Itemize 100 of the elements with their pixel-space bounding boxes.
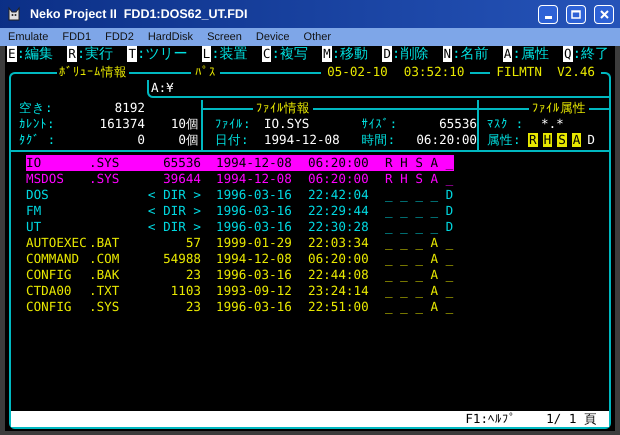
info-label: ﾌｧｲﾙ: [215, 116, 252, 132]
file-row[interactable]: CONFIG .SYS 23 1996-03-16 22:51:00 _ _ _ A _ [26, 299, 609, 315]
command-key[interactable]: R [67, 46, 77, 62]
file-attributes: _ _ _ A _ [385, 283, 454, 299]
menu-item[interactable]: Device [256, 28, 290, 46]
attribute-letter: A [572, 133, 582, 147]
file-row[interactable]: DOS < DIR > 1996-03-16 22:42:04 _ _ _ _ D [26, 187, 609, 203]
mask-label: ﾏｽｸ : [487, 116, 524, 132]
command-label: :移動 [332, 46, 368, 62]
minimize-button[interactable] [538, 4, 558, 24]
app-version: FILMTN V2.46 [495, 64, 596, 80]
command-label: :終了 [572, 46, 609, 62]
file-size: 57 [184, 235, 201, 251]
menu-item[interactable]: Screen [207, 28, 242, 46]
menu-item[interactable]: Emulate [8, 28, 48, 46]
file-extension: .SYS [89, 299, 120, 315]
section-title: ﾌｧｲﾙ属性 [531, 100, 587, 116]
command-key[interactable]: M [322, 46, 332, 62]
file-row[interactable]: AUTOEXEC .BAT 57 1999-01-29 22:03:34 _ _ _ A _ [26, 235, 609, 251]
command-key[interactable]: L [202, 46, 212, 62]
file-time: 06:20:00 [308, 251, 370, 267]
menu-item[interactable]: Other [304, 28, 332, 46]
file-time: 22:29:44 [308, 203, 370, 219]
menu-item[interactable]: FDD1 [62, 28, 92, 46]
menu-item[interactable]: HardDisk [148, 28, 194, 46]
file-date: 1996-03-16 [216, 219, 293, 235]
volume-value: 0 [136, 132, 145, 148]
file-extension: .TXT [89, 283, 120, 299]
file-row[interactable]: UT < DIR > 1996-03-16 22:30:28 _ _ _ _ D [26, 219, 609, 235]
file-name: IO [26, 155, 42, 171]
file-date: 1996-03-16 [216, 187, 293, 203]
file-size: 23 [184, 267, 201, 283]
maximize-button[interactable] [566, 4, 586, 24]
file-attributes: _ _ _ _ D [385, 219, 454, 235]
file-date: 1994-12-08 [216, 171, 293, 187]
command-key[interactable]: A [502, 46, 512, 62]
file-row[interactable]: COMMAND .COM 54988 1994-12-08 06:20:00 _ _ _ A _ [26, 251, 609, 267]
cat-icon [6, 6, 22, 22]
file-name: CONFIG [26, 267, 72, 283]
minimize-icon [544, 16, 552, 18]
close-button[interactable] [594, 4, 614, 24]
info-label: ｻｲｽﾞ: [362, 116, 398, 132]
file-time: 06:20:00 [308, 171, 370, 187]
file-date: 1993-09-12 [216, 283, 293, 299]
info-value: IO.SYS [264, 116, 310, 132]
file-extension: .SYS [89, 171, 120, 187]
command-key[interactable]: N [442, 46, 452, 62]
menu-item[interactable]: FDD2 [105, 28, 134, 46]
volume-label: 空き: [19, 100, 54, 116]
command-label: :ツリー [137, 46, 188, 62]
file-time: 22:03:34 [308, 235, 370, 251]
attribute-letter: H [542, 133, 552, 147]
attribute-letter: D [586, 132, 596, 148]
info-value: 06:20:00 [415, 132, 477, 148]
file-size: 1103 [170, 283, 201, 299]
file-row[interactable]: CONFIG .BAK 23 1996-03-16 22:44:08 _ _ _ A _ [26, 267, 609, 283]
file-size: 39644 [162, 171, 201, 187]
file-attributes: R H S A _ [385, 171, 454, 187]
file-date: 1999-01-29 [216, 235, 293, 251]
command-label: :削除 [392, 46, 428, 62]
file-time: 22:42:04 [308, 187, 370, 203]
file-date: 1996-03-16 [216, 267, 293, 283]
file-attributes: R H S A _ [385, 155, 454, 171]
file-attributes: _ _ _ A _ [385, 299, 454, 315]
attribute-label: 属性: [487, 132, 522, 148]
page-indicator: 1/ 1 頁 [546, 411, 597, 427]
command-key[interactable]: Q [562, 46, 573, 62]
command-key[interactable]: D [382, 46, 392, 62]
command-key[interactable]: E [7, 46, 17, 62]
file-name: FM [26, 203, 42, 219]
command-label: :実行 [76, 46, 114, 62]
file-size: < DIR > [146, 203, 201, 219]
section-title: ﾎﾞﾘｭｰﾑ情報 [58, 64, 128, 80]
info-label: 時間: [362, 132, 396, 148]
file-size: < DIR > [146, 187, 201, 203]
file-extension: .SYS [89, 155, 120, 171]
file-date: 1996-03-16 [216, 203, 293, 219]
file-attributes: _ _ _ A _ [385, 267, 454, 283]
mask-value: *.* [541, 116, 564, 132]
file-name: AUTOEXEC [26, 235, 88, 251]
file-extension: .BAT [89, 235, 120, 251]
file-name: CONFIG [26, 299, 72, 315]
file-row[interactable]: IO .SYS 65536 1994-12-08 06:20:00 R H S A _ [26, 155, 454, 171]
file-time: 22:51:00 [308, 299, 370, 315]
file-count: 0個 [177, 132, 199, 148]
command-key[interactable]: C [262, 46, 272, 62]
file-size: 54988 [162, 251, 201, 267]
info-label: 日付: [215, 132, 250, 148]
file-date: 1996-03-16 [216, 299, 293, 315]
file-row[interactable]: MSDOS .SYS 39644 1994-12-08 06:20:00 R H S A _ [26, 171, 609, 187]
file-name: CTDA00 [26, 283, 72, 299]
file-row[interactable]: CTDA00 .TXT 1103 1993-09-12 23:24:14 _ _ _ A _ [26, 283, 609, 299]
file-attributes: _ _ _ _ D [385, 187, 454, 203]
file-size: < DIR > [146, 219, 201, 235]
file-extension: .COM [89, 251, 120, 267]
file-attributes: _ _ _ A _ [385, 251, 454, 267]
command-key[interactable]: T [127, 46, 138, 62]
file-row[interactable]: FM < DIR > 1996-03-16 22:29:44 _ _ _ _ D [26, 203, 609, 219]
info-value: 65536 [438, 116, 477, 132]
attribute-letter: R [528, 133, 538, 147]
